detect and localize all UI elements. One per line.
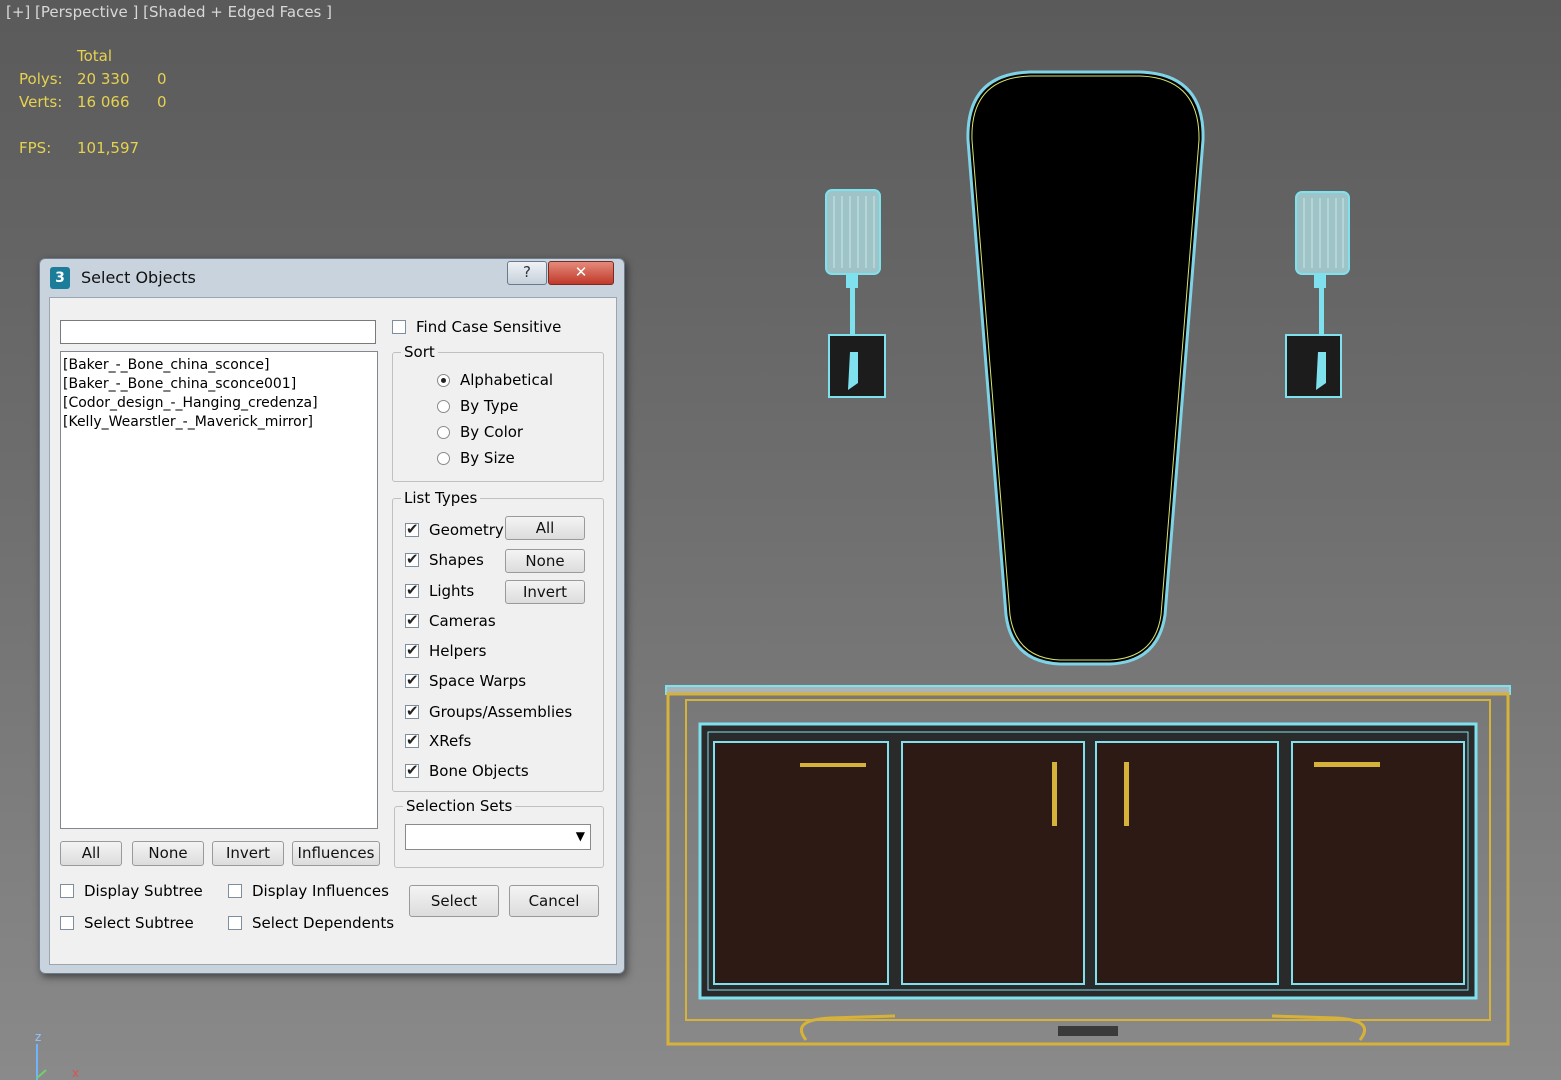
dialog-client-area: [Baker_-_Bone_china_sconce] [Baker_-_Bon… xyxy=(49,297,617,965)
display-influences-checkbox[interactable]: Display Influences xyxy=(228,882,389,900)
shapes-checkbox[interactable]: Shapes xyxy=(405,550,484,569)
find-case-sensitive-label: Find Case Sensitive xyxy=(416,318,562,336)
groups-assemblies-label: Groups/Assemblies xyxy=(429,703,573,721)
select-subtree-label: Select Subtree xyxy=(84,914,194,932)
types-all-button[interactable]: All xyxy=(505,516,585,540)
sort-by-color-radio[interactable]: By Color xyxy=(437,423,523,441)
list-item[interactable]: [Codor_design_-_Hanging_credenza] xyxy=(63,394,375,413)
list-item[interactable]: [Kelly_Wearstler_-_Maverick_mirror] xyxy=(63,413,375,432)
bone-objects-checkbox[interactable]: Bone Objects xyxy=(405,761,529,780)
select-none-button[interactable]: None xyxy=(132,841,204,866)
display-subtree-label: Display Subtree xyxy=(84,882,203,900)
cancel-button[interactable]: Cancel xyxy=(509,885,599,917)
display-subtree-checkbox[interactable]: Display Subtree xyxy=(60,882,203,900)
app-icon: 3 xyxy=(50,267,70,289)
selection-sets-group: Selection Sets ▼ xyxy=(394,797,604,868)
selection-sets-dropdown[interactable]: ▼ xyxy=(405,824,591,850)
dialog-title: Select Objects xyxy=(81,268,196,287)
right-sconce-model xyxy=(1285,191,1350,398)
list-item[interactable]: [Baker_-_Bone_china_sconce] xyxy=(63,356,375,375)
chevron-down-icon: ▼ xyxy=(575,829,585,843)
search-input[interactable] xyxy=(60,320,376,344)
display-influences-label: Display Influences xyxy=(252,882,389,900)
shapes-label: Shapes xyxy=(429,551,484,569)
credenza-model xyxy=(665,685,1511,1046)
sort-by-type-radio[interactable]: By Type xyxy=(437,397,518,415)
helpers-label: Helpers xyxy=(429,642,487,660)
list-item[interactable]: [Baker_-_Bone_china_sconce001] xyxy=(63,375,375,394)
close-button[interactable]: ✕ xyxy=(548,261,614,285)
lights-label: Lights xyxy=(429,582,475,600)
select-subtree-checkbox[interactable]: Select Subtree xyxy=(60,914,194,932)
sort-group: Sort Alphabetical By Type By Color By Si… xyxy=(392,343,604,482)
cameras-checkbox[interactable]: Cameras xyxy=(405,611,496,630)
list-types-legend: List Types xyxy=(401,489,481,507)
select-button[interactable]: Select xyxy=(409,885,499,917)
xrefs-label: XRefs xyxy=(429,732,472,750)
select-all-button[interactable]: All xyxy=(60,841,122,866)
mirror-model xyxy=(966,70,1205,666)
sort-alphabetical-label: Alphabetical xyxy=(460,371,554,389)
xrefs-checkbox[interactable]: XRefs xyxy=(405,731,472,750)
axis-z-label: z xyxy=(35,1030,42,1044)
types-invert-button[interactable]: Invert xyxy=(505,580,585,604)
object-list[interactable]: [Baker_-_Bone_china_sconce] [Baker_-_Bon… xyxy=(60,351,378,829)
geometry-label: Geometry xyxy=(429,521,504,539)
groups-assemblies-checkbox[interactable]: Groups/Assemblies xyxy=(405,702,573,721)
sort-by-size-label: By Size xyxy=(460,449,515,467)
types-none-button[interactable]: None xyxy=(505,549,585,573)
helpers-checkbox[interactable]: Helpers xyxy=(405,641,487,660)
geometry-checkbox[interactable]: Geometry xyxy=(405,520,504,539)
dialog-titlebar[interactable]: 3 Select Objects ? ✕ xyxy=(40,259,624,295)
sort-legend: Sort xyxy=(401,343,438,361)
list-types-group: List Types Geometry Shapes Lights Camera… xyxy=(392,489,604,792)
select-dependents-label: Select Dependents xyxy=(252,914,395,932)
lights-checkbox[interactable]: Lights xyxy=(405,581,475,600)
selection-sets-legend: Selection Sets xyxy=(403,797,516,815)
bone-objects-label: Bone Objects xyxy=(429,762,529,780)
space-warps-checkbox[interactable]: Space Warps xyxy=(405,671,527,690)
find-case-sensitive-checkbox[interactable]: Find Case Sensitive xyxy=(392,318,561,336)
left-sconce-model xyxy=(825,189,886,398)
sort-alphabetical-radio[interactable]: Alphabetical xyxy=(437,371,553,389)
select-influences-button[interactable]: Influences xyxy=(292,841,380,866)
sort-by-color-label: By Color xyxy=(460,423,524,441)
sort-by-type-label: By Type xyxy=(460,397,519,415)
cameras-label: Cameras xyxy=(429,612,496,630)
space-warps-label: Space Warps xyxy=(429,672,527,690)
sort-by-size-radio[interactable]: By Size xyxy=(437,449,515,467)
help-button[interactable]: ? xyxy=(507,261,547,285)
select-objects-dialog[interactable]: 3 Select Objects ? ✕ [Baker_-_Bone_china… xyxy=(39,258,625,974)
axis-x-label: x xyxy=(72,1066,80,1080)
select-dependents-checkbox[interactable]: Select Dependents xyxy=(228,914,394,932)
select-invert-button[interactable]: Invert xyxy=(212,841,284,866)
